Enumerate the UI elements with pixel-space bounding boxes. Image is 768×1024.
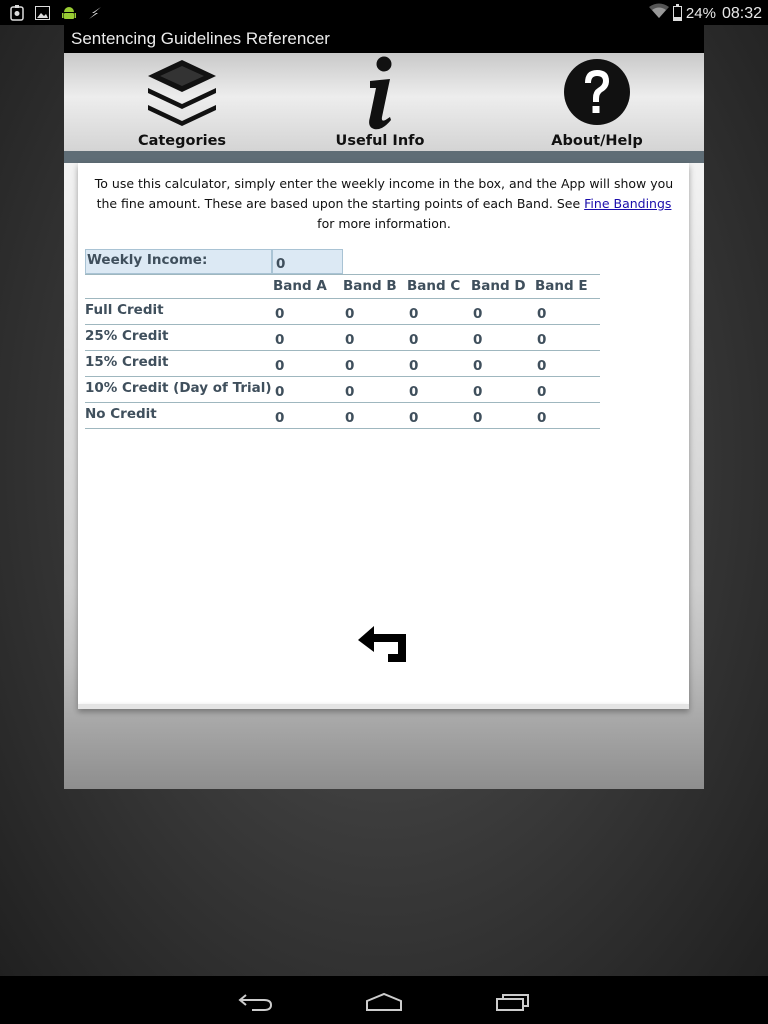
table-divider bbox=[85, 298, 600, 299]
status-bar: 24% 08:32 bbox=[0, 0, 768, 25]
help-icon bbox=[563, 58, 631, 130]
flash-icon bbox=[86, 4, 103, 21]
col-header-band-c: Band C bbox=[407, 278, 461, 294]
cell-value: 0 bbox=[537, 410, 547, 426]
back-button[interactable] bbox=[356, 620, 410, 664]
cell-value: 0 bbox=[275, 358, 285, 374]
panel-edge bbox=[78, 704, 689, 709]
cell-value: 0 bbox=[345, 358, 355, 374]
nav-useful-info[interactable]: Useful Info bbox=[330, 53, 430, 151]
row-label: 15% Credit bbox=[85, 354, 169, 370]
intro-text: To use this calculator, simply enter the… bbox=[94, 176, 674, 231]
table-divider bbox=[85, 428, 600, 429]
weekly-income-input[interactable] bbox=[272, 249, 343, 274]
system-nav-bar bbox=[0, 976, 768, 1024]
nav-useful-info-label: Useful Info bbox=[335, 133, 425, 149]
nav-categories[interactable]: Categories bbox=[132, 53, 232, 151]
col-header-band-d: Band D bbox=[471, 278, 526, 294]
nav-divider bbox=[64, 151, 704, 163]
wifi-icon bbox=[648, 3, 669, 24]
cell-value: 0 bbox=[473, 410, 483, 426]
cell-value: 0 bbox=[345, 306, 355, 322]
cell-value: 0 bbox=[409, 306, 419, 322]
cell-value: 0 bbox=[537, 332, 547, 348]
usb-debug-icon bbox=[8, 4, 25, 21]
app-title: Sentencing Guidelines Referencer bbox=[64, 25, 704, 53]
clock: 08:32 bbox=[721, 4, 762, 22]
android-icon bbox=[60, 4, 77, 21]
cell-value: 0 bbox=[275, 332, 285, 348]
row-label: Full Credit bbox=[85, 302, 164, 318]
cell-value: 0 bbox=[473, 306, 483, 322]
col-header-band-e: Band E bbox=[535, 278, 588, 294]
recent-apps-icon[interactable] bbox=[495, 992, 531, 1016]
cell-value: 0 bbox=[345, 332, 355, 348]
image-icon bbox=[34, 4, 51, 21]
cell-value: 0 bbox=[537, 384, 547, 400]
cell-value: 0 bbox=[473, 384, 483, 400]
calculator-panel: To use this calculator, simply enter the… bbox=[78, 163, 689, 704]
nav-about-help-label: About/Help bbox=[551, 133, 643, 149]
battery-percent: 24% bbox=[685, 5, 716, 22]
cell-value: 0 bbox=[275, 410, 285, 426]
top-nav: Categories Useful Info About/Help bbox=[64, 53, 704, 151]
row-label: 10% Credit (Day of Trial) bbox=[85, 380, 272, 396]
cell-value: 0 bbox=[409, 358, 419, 374]
cell-value: 0 bbox=[409, 410, 419, 426]
col-header-band-a: Band A bbox=[273, 278, 327, 294]
row-label: 25% Credit bbox=[85, 328, 169, 344]
cell-value: 0 bbox=[537, 306, 547, 322]
table-divider bbox=[85, 350, 600, 351]
weekly-income-label: Weekly Income: bbox=[87, 252, 208, 268]
cell-value: 0 bbox=[409, 384, 419, 400]
cell-value: 0 bbox=[409, 332, 419, 348]
cell-value: 0 bbox=[345, 384, 355, 400]
layers-icon bbox=[146, 58, 218, 136]
cell-value: 0 bbox=[537, 358, 547, 374]
fine-bandings-link[interactable]: Fine Bandings bbox=[584, 196, 671, 211]
battery-icon bbox=[672, 4, 682, 21]
back-arrow-icon bbox=[356, 626, 410, 668]
app-window: Sentencing Guidelines Referencer Categor… bbox=[64, 25, 704, 789]
cell-value: 0 bbox=[275, 384, 285, 400]
row-label: No Credit bbox=[85, 406, 157, 422]
cell-value: 0 bbox=[345, 410, 355, 426]
cell-value: 0 bbox=[473, 358, 483, 374]
table-divider bbox=[85, 402, 600, 403]
nav-categories-label: Categories bbox=[137, 133, 227, 149]
cell-value: 0 bbox=[473, 332, 483, 348]
home-icon[interactable] bbox=[365, 992, 403, 1016]
nav-about-help[interactable]: About/Help bbox=[542, 53, 652, 151]
cell-value: 0 bbox=[275, 306, 285, 322]
col-header-band-b: Band B bbox=[343, 278, 397, 294]
back-icon[interactable] bbox=[238, 992, 274, 1016]
table-divider bbox=[85, 324, 600, 325]
info-icon bbox=[360, 55, 400, 137]
table-divider bbox=[85, 274, 600, 275]
table-divider bbox=[85, 376, 600, 377]
